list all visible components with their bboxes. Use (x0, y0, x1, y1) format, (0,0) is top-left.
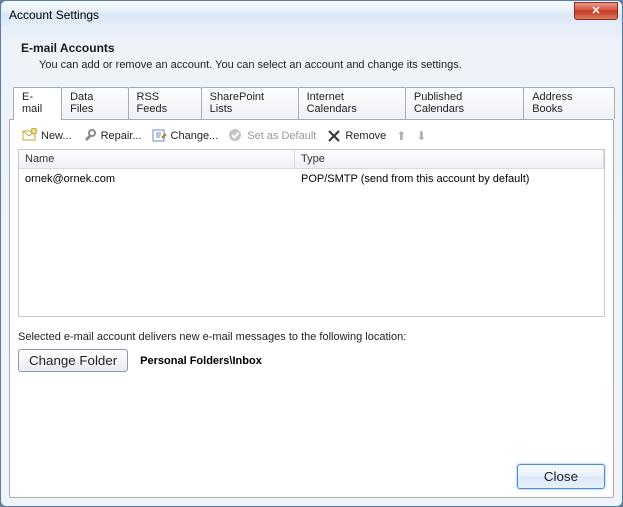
set-default-button: Set as Default (228, 128, 316, 143)
folder-row: Change Folder Personal Folders\Inbox (18, 349, 605, 372)
window-title: Account Settings (9, 8, 574, 22)
col-header-type[interactable]: Type (295, 150, 604, 168)
toolbar: New... Repair... Change... (18, 126, 605, 149)
change-folder-button[interactable]: Change Folder (18, 349, 128, 372)
check-circle-icon (228, 128, 243, 143)
titlebar: Account Settings ✕ (1, 1, 622, 29)
grid-headers: Name Type (19, 150, 604, 169)
remove-label: Remove (345, 130, 386, 142)
set-default-label: Set as Default (247, 130, 316, 142)
tab-internet-calendars[interactable]: Internet Calendars (298, 87, 406, 119)
new-icon (22, 128, 37, 143)
col-header-name[interactable]: Name (19, 150, 295, 168)
tab-panel-email: New... Repair... Change... (9, 119, 614, 498)
cell-type: POP/SMTP (send from this account by defa… (295, 171, 604, 187)
move-down-button: ⬇ (416, 129, 426, 143)
remove-account-button[interactable]: Remove (326, 128, 386, 143)
folder-path: Personal Folders\Inbox (140, 355, 262, 367)
tab-address-books[interactable]: Address Books (523, 87, 615, 119)
tab-email[interactable]: E-mail (13, 87, 62, 120)
page-subtitle: You can add or remove an account. You ca… (39, 59, 602, 71)
page-title: E-mail Accounts (21, 41, 602, 55)
account-settings-dialog: Account Settings ✕ E-mail Accounts You c… (0, 0, 623, 507)
cell-name: ornek@ornek.com (19, 171, 295, 187)
accounts-grid: Name Type ornek@ornek.com POP/SMTP (send… (18, 149, 605, 317)
client-area: E-mail Accounts You can add or remove an… (9, 31, 614, 498)
repair-account-button[interactable]: Repair... (82, 128, 142, 143)
new-account-button[interactable]: New... (22, 128, 72, 143)
tabstrip: E-mail Data Files RSS Feeds SharePoint L… (9, 87, 614, 119)
new-label: New... (41, 130, 72, 142)
tab-published-calendars[interactable]: Published Calendars (405, 87, 524, 119)
header-strip: E-mail Accounts You can add or remove an… (9, 31, 614, 83)
table-row[interactable]: ornek@ornek.com POP/SMTP (send from this… (19, 169, 604, 189)
close-button[interactable]: Close (517, 464, 605, 489)
move-up-button: ⬆ (396, 129, 406, 143)
close-icon: ✕ (591, 6, 600, 17)
change-icon (152, 128, 167, 143)
delivery-location-text: Selected e-mail account delivers new e-m… (18, 331, 605, 343)
change-label: Change... (171, 130, 219, 142)
repair-label: Repair... (101, 130, 142, 142)
change-account-button[interactable]: Change... (152, 128, 219, 143)
remove-icon (326, 128, 341, 143)
tab-rss-feeds[interactable]: RSS Feeds (128, 87, 202, 119)
footer: Close (18, 454, 605, 489)
tab-data-files[interactable]: Data Files (61, 87, 128, 119)
tab-sharepoint-lists[interactable]: SharePoint Lists (201, 87, 299, 119)
repair-icon (82, 128, 97, 143)
grid-body: ornek@ornek.com POP/SMTP (send from this… (19, 169, 604, 316)
window-close-button[interactable]: ✕ (574, 2, 618, 20)
